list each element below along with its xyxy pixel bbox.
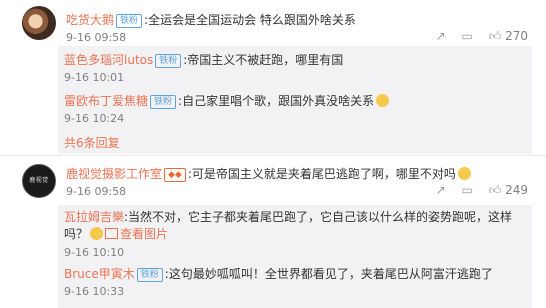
- comment-icon[interactable]: ▭: [462, 29, 473, 43]
- comment-time: 9-16 09:58: [66, 185, 127, 198]
- comment-text: :全运会是全国运动会 特么跟国外啥关系: [144, 13, 356, 27]
- fan-badge: 铁粉: [155, 54, 182, 68]
- reply-username[interactable]: 瓦拉姆吉樂: [64, 210, 124, 224]
- like-count: 270: [505, 29, 528, 43]
- like-icon[interactable]: 👍︎: [489, 29, 502, 44]
- comment-username[interactable]: 吃货大鹅: [66, 13, 114, 27]
- comment-username[interactable]: 鹿视觉摄影工作室: [66, 167, 162, 181]
- reply-text: :这句最妙呱呱叫！全世界都看见了，夹着尾巴从阿富汗逃跑了: [164, 267, 493, 281]
- reply-time: 9-16 10:33: [64, 285, 125, 298]
- laughing-emoji-icon: [376, 94, 390, 107]
- reply-time: 9-16 10:10: [64, 246, 125, 259]
- reply-item: 蓝色多瑙河lutos 铁粉:帝国主义不被赶跑，哪里有国: [64, 52, 343, 68]
- like-count: 249: [505, 183, 528, 197]
- comment-header: 鹿视觉摄影工作室 ◆◆:可是帝国主义就是夹着尾巴逃跑了啊，哪里不对吗: [66, 166, 471, 182]
- fan-badge: 铁粉: [116, 14, 143, 28]
- reply-username[interactable]: 雷欧布丁爱焦糖: [64, 94, 148, 108]
- comment-text: :可是帝国主义就是夹着尾巴逃跑了啊，哪里不对吗: [187, 167, 456, 181]
- share-icon[interactable]: ↗: [436, 29, 446, 43]
- surprised-emoji-icon: [90, 227, 104, 240]
- comment-icon[interactable]: ▭: [462, 183, 473, 197]
- share-icon[interactable]: ↗: [436, 183, 446, 197]
- reply-item: Bruce甲寅木 铁粉:这句最妙呱呱叫！全世界都看见了，夹着尾巴从阿富汗逃跑了: [64, 266, 493, 282]
- reply-time: 9-16 10:24: [64, 112, 125, 125]
- reply-time: 9-16 10:01: [64, 71, 125, 84]
- comment-actions: ↗ ▭ 👍︎ 270: [424, 29, 528, 44]
- fan-badge: 铁粉: [150, 95, 177, 109]
- avatar-text: 鹿视觉: [29, 177, 49, 184]
- reply-item: 雷欧布丁爱焦糖 铁粉:自己家里唱个歌，跟国外真没啥关系: [64, 93, 390, 109]
- reply-username[interactable]: Bruce甲寅木: [64, 267, 135, 281]
- comment-actions: ↗ ▭ 👍︎ 249: [424, 183, 528, 198]
- more-replies-link[interactable]: 共6条回复: [64, 134, 120, 151]
- reply-list: 蓝色多瑙河lutos 铁粉:帝国主义不被赶跑，哪里有国 9-16 10:01 雷欧…: [58, 46, 532, 154]
- sweat-emoji-icon: [457, 167, 471, 180]
- comment-time: 9-16 09:58: [66, 31, 127, 44]
- divider: [0, 155, 546, 156]
- vip-badge-icon: ◆◆: [164, 168, 186, 182]
- reply-item: 瓦拉姆吉樂:当然不对，它主子都夹着尾巴跑了，它自己该以什么样的姿势跑呢，这样吗？…: [64, 209, 528, 243]
- reply-list: 瓦拉姆吉樂:当然不对，它主子都夹着尾巴跑了，它自己该以什么样的姿势跑呢，这样吗？…: [58, 205, 532, 308]
- like-icon[interactable]: 👍︎: [489, 183, 502, 198]
- comment-header: 吃货大鹅 铁粉:全运会是全国运动会 特么跟国外啥关系: [66, 12, 356, 28]
- reply-text: :帝国主义不被赶跑，哪里有国: [183, 53, 344, 67]
- reply-text: :自己家里唱个歌，跟国外真没啥关系: [178, 94, 375, 108]
- view-image-link[interactable]: 查看图片: [120, 227, 168, 241]
- avatar[interactable]: [22, 6, 56, 40]
- image-icon: [105, 228, 119, 239]
- fan-badge: 铁粉: [136, 268, 163, 282]
- avatar[interactable]: 鹿视觉: [22, 164, 56, 198]
- reply-username[interactable]: 蓝色多瑙河lutos: [64, 53, 153, 67]
